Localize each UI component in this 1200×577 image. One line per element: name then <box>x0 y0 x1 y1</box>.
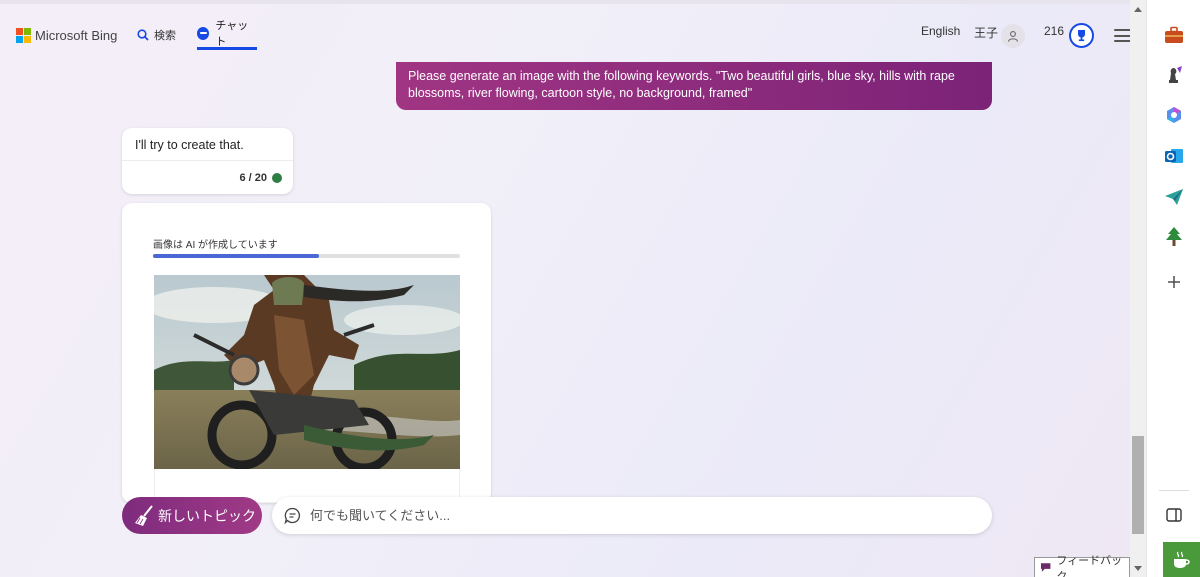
paper-plane-icon <box>1165 189 1183 205</box>
games-sidebar-button[interactable] <box>1163 64 1185 86</box>
trophy-icon <box>1078 30 1085 42</box>
bot-message-bubble: I'll try to create that. 6 / 20 <box>122 128 293 194</box>
avatar[interactable] <box>1001 24 1025 48</box>
progress-bar <box>153 254 460 258</box>
sidebar-divider <box>1159 490 1189 491</box>
chat-input[interactable] <box>310 508 950 523</box>
tab-chat-label: チャット <box>215 20 249 48</box>
tools-sidebar-button[interactable] <box>1163 24 1185 46</box>
turn-counter: 6 / 20 <box>239 172 267 184</box>
feedback-icon <box>1040 563 1051 572</box>
browser-sidebar <box>1146 0 1200 577</box>
add-sidebar-button[interactable] <box>1163 271 1185 293</box>
scroll-down-icon[interactable] <box>1134 566 1142 571</box>
scroll-up-icon[interactable] <box>1134 7 1142 12</box>
brand-name: Microsoft Bing <box>35 28 118 43</box>
sidebar-toggle-icon <box>1166 508 1182 522</box>
feedback-button[interactable]: フィードバック <box>1034 555 1130 577</box>
search-icon <box>137 29 149 41</box>
chat-icon <box>197 26 210 40</box>
tree-sidebar-button[interactable] <box>1163 226 1185 248</box>
new-topic-button[interactable]: 新しいトピック <box>122 497 262 534</box>
menu-icon-bar <box>1114 40 1130 42</box>
menu-icon <box>1114 29 1130 31</box>
progress-bar-fill <box>153 254 319 258</box>
rewards-button[interactable] <box>1069 23 1094 48</box>
copilot-sidebar-button[interactable] <box>1163 104 1185 126</box>
plus-icon <box>1168 276 1180 288</box>
tab-chat[interactable]: チャット <box>197 20 257 50</box>
user-message-bubble: Please generate an image with the follow… <box>396 62 992 110</box>
tab-search[interactable]: 検索 <box>137 27 176 43</box>
outlook-sidebar-button[interactable] <box>1163 145 1185 167</box>
image-creation-card: 画像は AI が作成しています <box>122 203 491 503</box>
hide-sidebar-button[interactable] <box>1163 504 1185 526</box>
status-indicator-icon <box>272 173 282 183</box>
menu-button[interactable] <box>1114 29 1130 42</box>
coffee-cup-icon <box>1173 551 1190 568</box>
progress-label: 画像は AI が作成しています <box>153 240 278 251</box>
send-sidebar-button[interactable] <box>1163 186 1185 208</box>
tab-search-label: 検索 <box>154 30 176 42</box>
tree-icon <box>1166 227 1182 246</box>
menu-icon-bar <box>1114 34 1130 37</box>
copilot-icon <box>1167 107 1181 123</box>
rewards-points[interactable]: 216 <box>1044 24 1064 38</box>
generated-image[interactable] <box>154 275 460 469</box>
briefcase-icon <box>1165 26 1183 43</box>
new-topic-label: 新しいトピック <box>158 507 256 524</box>
broom-icon <box>135 505 153 526</box>
scrollbar-thumb[interactable] <box>1132 436 1144 534</box>
user-name[interactable]: 王子 <box>974 24 998 41</box>
java-app-button[interactable] <box>1163 542 1200 577</box>
divider <box>122 160 293 161</box>
feedback-label: フィードバック <box>1056 554 1123 577</box>
chat-page: Microsoft Bing 検索 チャット English 王子 216 Pl… <box>0 0 1130 577</box>
user-icon <box>1007 31 1019 42</box>
chat-input-box[interactable] <box>272 497 992 534</box>
bing-logo[interactable]: Microsoft Bing <box>16 28 117 43</box>
chat-bubble-icon <box>284 507 301 524</box>
language-switch[interactable]: English <box>921 24 960 38</box>
page-scrollbar[interactable] <box>1130 0 1146 577</box>
bot-message-text: I'll try to create that. <box>135 138 244 152</box>
outlook-icon <box>1165 149 1183 163</box>
top-border <box>0 0 1130 4</box>
microsoft-logo-icon <box>16 28 31 43</box>
chess-piece-icon <box>1169 66 1182 83</box>
